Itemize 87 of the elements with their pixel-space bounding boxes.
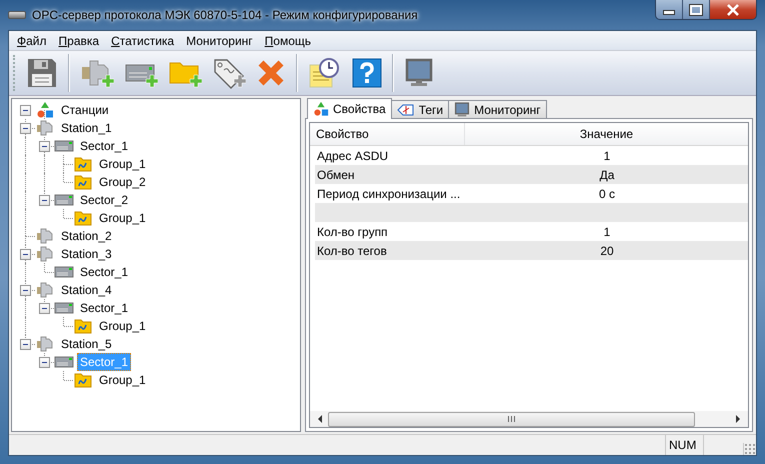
help-icon bbox=[352, 58, 382, 88]
resize-grip-icon[interactable] bbox=[743, 443, 756, 455]
property-name: Кол-во групп bbox=[317, 224, 388, 238]
table-row[interactable]: Кол-во тегов 20 bbox=[315, 241, 748, 260]
tree-item[interactable]: Sector_1 bbox=[77, 263, 132, 281]
shapes-icon bbox=[313, 101, 329, 117]
num-lock-indicator: NUM bbox=[665, 435, 703, 455]
property-value: 1 bbox=[604, 224, 610, 238]
tag-add-icon bbox=[212, 57, 246, 89]
property-name: Период синхронизации ... bbox=[317, 186, 460, 200]
tab[interactable]: Мониторинг bbox=[448, 100, 547, 118]
tree-item[interactable]: Sector_2 bbox=[77, 191, 132, 209]
minimize-button[interactable] bbox=[656, 0, 683, 19]
tree-item[interactable]: Station_5 bbox=[58, 335, 115, 353]
tab[interactable]: Свойства bbox=[307, 98, 392, 119]
property-name: Кол-во тегов bbox=[317, 244, 387, 258]
shapes-icon bbox=[36, 101, 54, 119]
property-value: 0 с bbox=[598, 186, 615, 200]
plug-icon bbox=[36, 119, 54, 137]
column-header[interactable]: Значение bbox=[465, 123, 748, 145]
tab[interactable]: Теги bbox=[390, 100, 450, 118]
collapse-toggle[interactable] bbox=[39, 357, 50, 368]
server-icon bbox=[54, 355, 74, 369]
collapse-toggle[interactable] bbox=[39, 195, 50, 206]
tree-item[interactable]: Station_3 bbox=[58, 245, 115, 263]
server-icon bbox=[54, 301, 74, 315]
menu-item[interactable]: Файл bbox=[11, 34, 53, 48]
tree-item[interactable]: Станции bbox=[58, 101, 112, 119]
property-value: 20 bbox=[600, 244, 614, 258]
table-row[interactable]: Адрес ASDU 1 bbox=[315, 146, 748, 165]
folder-wave-icon bbox=[74, 156, 92, 172]
close-button[interactable] bbox=[710, 0, 756, 19]
tree-item[interactable]: Station_1 bbox=[58, 119, 115, 137]
horizontal-scrollbar[interactable] bbox=[309, 411, 749, 428]
collapse-toggle[interactable] bbox=[39, 303, 50, 314]
collapse-toggle[interactable] bbox=[20, 105, 31, 116]
collapse-toggle[interactable] bbox=[20, 339, 31, 350]
menu-item[interactable]: Помощь bbox=[258, 34, 318, 48]
monitor-icon bbox=[404, 58, 434, 88]
property-value: 1 bbox=[604, 148, 610, 162]
tree-item[interactable]: Group_1 bbox=[96, 317, 149, 335]
table-row[interactable]: Кол-во групп 1 bbox=[315, 222, 748, 241]
server-icon bbox=[54, 139, 74, 153]
menu-item[interactable]: Правка bbox=[52, 34, 106, 48]
plug-icon bbox=[36, 335, 54, 353]
cross-icon bbox=[256, 58, 286, 88]
property-value: Да bbox=[600, 168, 614, 182]
property-name: Обмен bbox=[317, 168, 354, 182]
menu-item[interactable]: Статистика bbox=[105, 34, 180, 48]
tag-icon bbox=[396, 102, 415, 116]
server-icon bbox=[54, 265, 74, 279]
collapse-toggle[interactable] bbox=[20, 285, 31, 296]
server-icon bbox=[54, 193, 74, 207]
tree-item[interactable]: Sector_1 bbox=[77, 137, 132, 155]
collapse-toggle[interactable] bbox=[20, 249, 31, 260]
maximize-button[interactable] bbox=[683, 0, 710, 19]
menu-item[interactable]: Мониторинг bbox=[180, 34, 259, 48]
tree-item[interactable]: Station_2 bbox=[58, 227, 115, 245]
folder-wave-icon bbox=[74, 210, 92, 226]
collapse-toggle[interactable] bbox=[39, 141, 50, 152]
scroll-left-icon[interactable] bbox=[318, 415, 322, 423]
property-name: Адрес ASDU bbox=[317, 148, 388, 162]
minimize-icon bbox=[663, 10, 675, 15]
column-header[interactable]: Свойство bbox=[310, 123, 465, 145]
folder-wave-icon bbox=[74, 318, 92, 334]
note-clock-icon bbox=[308, 57, 342, 89]
table-row[interactable]: Период синхронизации ... 0 с bbox=[315, 184, 748, 203]
tree-item[interactable]: Group_2 bbox=[96, 173, 149, 191]
tree-item[interactable]: Station_4 bbox=[58, 281, 115, 299]
scroll-right-icon[interactable] bbox=[736, 415, 740, 423]
close-icon bbox=[726, 4, 740, 16]
monitor-icon bbox=[454, 102, 470, 118]
plug-icon bbox=[36, 245, 54, 263]
folder-wave-icon bbox=[74, 372, 92, 388]
tree-item[interactable]: Group_1 bbox=[96, 371, 149, 389]
plug-icon bbox=[36, 227, 54, 245]
collapse-toggle[interactable] bbox=[20, 123, 31, 134]
plug-icon bbox=[36, 281, 54, 299]
folder-wave-icon bbox=[74, 174, 92, 190]
tree-item[interactable]: Group_1 bbox=[96, 209, 149, 227]
tree-item[interactable]: Sector_1 bbox=[77, 299, 132, 317]
table-row[interactable]: Обмен Да bbox=[315, 165, 748, 184]
maximize-icon bbox=[690, 4, 702, 14]
window-title: OPC-сервер протокола МЭК 60870-5-104 - Режим конфигурирования bbox=[32, 8, 418, 22]
scroll-thumb[interactable] bbox=[328, 412, 695, 426]
tree-item[interactable]: Group_1 bbox=[96, 155, 149, 173]
app-icon bbox=[8, 11, 26, 19]
